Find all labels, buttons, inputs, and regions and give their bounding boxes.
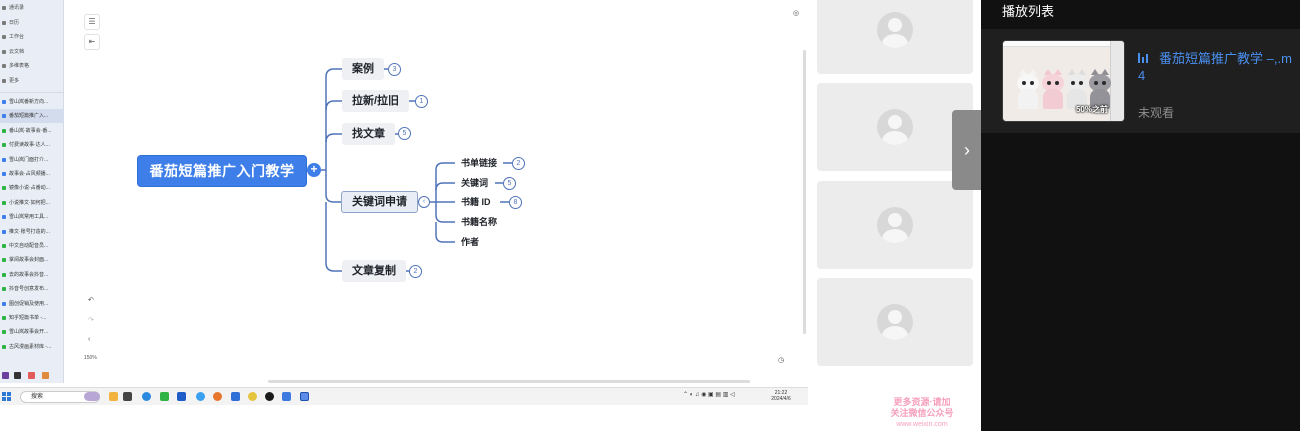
taskbar-clock[interactable]: 21:22 2024/4/6: [770, 390, 792, 402]
app-icon[interactable]: [300, 392, 309, 401]
app-icon[interactable]: [177, 392, 186, 401]
participant-tile[interactable]: [817, 83, 973, 171]
sub-node[interactable]: 作者: [461, 235, 479, 249]
add-node-icon[interactable]: +: [307, 163, 321, 177]
kitten-illustration: [1042, 69, 1064, 109]
watermark: 更多资源·请加 关注微信公众号 www.weixin.com: [882, 397, 962, 430]
video-title[interactable]: 番茄短篇推广教学 –,.m: [1159, 48, 1300, 67]
shared-screen: 通讯录 日历 工作台 云文档 多维表格 更多 雪山岚番新方向... 番茄短篇推广入... 番山…: [0, 0, 808, 405]
branch-node[interactable]: 文章复制: [342, 260, 406, 282]
child-count-badge[interactable]: 1: [415, 95, 428, 108]
app-root: 通讯录 日历 工作台 云文档 多维表格 更多 雪山岚番新方向... 番茄短篇推广入... 番山…: [0, 0, 1300, 431]
branch-node[interactable]: 拉新/拉旧: [342, 90, 410, 112]
edge-icon[interactable]: [142, 392, 151, 401]
clock-date: 2024/4/6: [771, 396, 791, 402]
windows-start-icon[interactable]: [2, 392, 11, 401]
horizontal-scrollbar[interactable]: [268, 380, 750, 383]
kitten-illustration: [1017, 69, 1039, 109]
wechat-icon[interactable]: [160, 392, 169, 401]
watermark-line: 关注微信公众号: [890, 408, 954, 418]
system-tray[interactable]: ⌃ ◐ ♫ ◉ ▣ ▤ ▥ ◁: [683, 391, 735, 398]
branch-node[interactable]: 找文章: [342, 123, 395, 145]
mindmap-root-node[interactable]: 番茄短篇推广入门教学: [137, 155, 307, 187]
branch-node-selected[interactable]: 关键词申请: [341, 191, 418, 213]
sub-node[interactable]: 书籍 ID: [461, 195, 491, 209]
video-thumbnail[interactable]: 50%之前: [1002, 40, 1125, 122]
watermark-line: www.weixin.com: [896, 421, 948, 428]
child-count-badge[interactable]: 8: [509, 196, 522, 209]
chrome-icon[interactable]: [248, 392, 257, 401]
branch-node[interactable]: 案例: [342, 58, 384, 80]
browser-icon[interactable]: [196, 392, 205, 401]
child-count-badge[interactable]: 5: [503, 177, 516, 190]
firefox-icon[interactable]: [213, 392, 222, 401]
vertical-scrollbar[interactable]: [803, 50, 806, 334]
watch-status: 未观看: [1138, 106, 1175, 120]
avatar-placeholder-icon: [877, 109, 913, 145]
taskbar-search-label: 搜索: [31, 394, 44, 400]
child-count-badge[interactable]: 5: [398, 127, 411, 140]
child-count-badge[interactable]: 3: [388, 63, 401, 76]
kitten-illustration: [1089, 69, 1111, 109]
avatar-placeholder-icon: [877, 304, 913, 340]
playlist-panel: 播放列表 50%之前 番茄短篇推广教学 –,.m 4 未观看: [981, 0, 1300, 431]
app-icon[interactable]: [231, 392, 240, 401]
participant-tile[interactable]: [817, 278, 973, 366]
app-icon[interactable]: [109, 392, 118, 401]
avatar-placeholder-icon: [877, 207, 913, 243]
collapse-icon[interactable]: ‹: [418, 196, 430, 208]
kitten-illustration: [1066, 69, 1088, 109]
playlist-title: 播放列表: [1002, 4, 1055, 19]
watermark-line: 更多资源·请加: [893, 397, 951, 407]
os-taskbar: 搜索 ⌃ ◐ ♫ ◉ ▣ ▤ ▥ ◁ 21:22 2024/4/6: [0, 387, 808, 405]
sub-node[interactable]: 书籍名称: [461, 215, 497, 229]
thumbnail-caption: 50%之前: [1075, 105, 1108, 114]
app-icon[interactable]: [282, 392, 291, 401]
sub-node[interactable]: 书单链接: [461, 156, 497, 170]
avatar-placeholder-icon: [877, 12, 913, 48]
now-playing-icon: [1138, 53, 1150, 63]
playlist-item[interactable]: 50%之前 番茄短篇推广教学 –,.m 4 未观看: [981, 29, 1300, 133]
participant-tile[interactable]: [817, 0, 973, 74]
child-count-badge[interactable]: 2: [512, 157, 525, 170]
participant-tile[interactable]: [817, 181, 973, 269]
panel-toggle-chevron-icon[interactable]: ›: [952, 110, 982, 190]
app-icon[interactable]: [123, 392, 132, 401]
sub-node[interactable]: 关键词: [461, 176, 488, 190]
child-count-badge[interactable]: 2: [409, 265, 422, 278]
media-player-icon[interactable]: [265, 392, 274, 401]
video-title-continued[interactable]: 4: [1138, 68, 1145, 83]
weather-icon[interactable]: [84, 392, 100, 401]
